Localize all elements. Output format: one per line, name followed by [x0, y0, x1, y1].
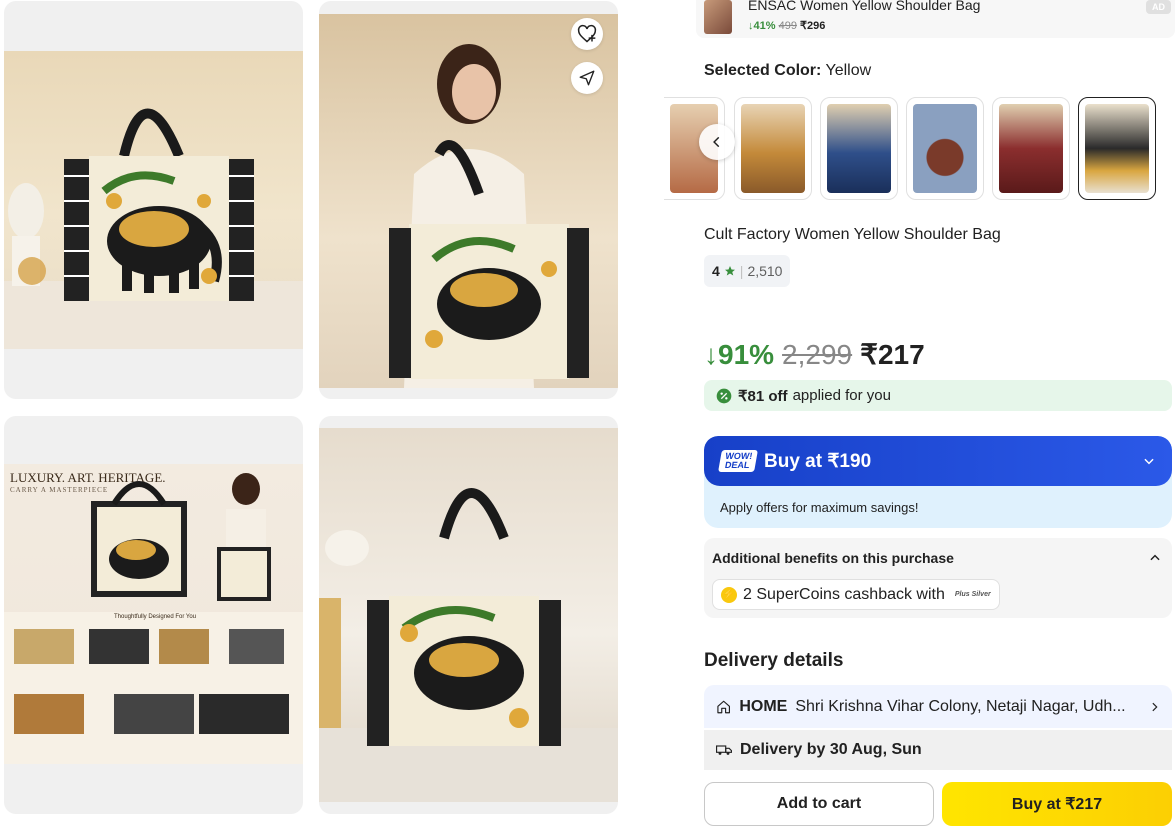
- supercoins-text: 2 SuperCoins cashback with: [743, 585, 945, 603]
- gallery-image-2[interactable]: [319, 1, 618, 399]
- ad-product-thumbnail: [704, 0, 732, 34]
- selected-color-label: Selected Color:: [704, 62, 822, 79]
- ad-discount: ↓41%: [748, 20, 776, 32]
- ad-product-price: ↓41% 499 ₹296: [748, 19, 825, 32]
- product-photo-marble: [319, 428, 618, 802]
- supercoins-chip[interactable]: ⚡ 2 SuperCoins cashback with Plus Silver: [712, 579, 1000, 610]
- swatch-image: [827, 104, 891, 193]
- rating-divider: |: [739, 263, 744, 279]
- star-icon: [724, 266, 735, 276]
- gallery-image-1[interactable]: [4, 1, 303, 399]
- buy-now-button[interactable]: Buy at ₹217: [942, 782, 1172, 826]
- wow-deal-card[interactable]: WOW! DEAL Buy at ₹190 Apply offers for m…: [704, 436, 1172, 528]
- rating-count: 2,510: [747, 263, 783, 279]
- color-swatch-red[interactable]: [992, 97, 1070, 200]
- price-block: ↓91% 2,299 ₹217: [704, 338, 925, 371]
- add-to-cart-button[interactable]: Add to cart: [704, 782, 934, 826]
- share-icon[interactable]: [571, 62, 603, 94]
- product-infographic: LUXURY. ART. HERITAGE. CARRY A MASTERPIE…: [4, 464, 303, 764]
- wishlist-icon[interactable]: [571, 18, 603, 50]
- chevron-right-icon: [1151, 702, 1158, 711]
- ad-mrp: 499: [778, 20, 797, 32]
- gallery-image-4[interactable]: [319, 416, 618, 814]
- color-swatch-orange[interactable]: [734, 97, 812, 200]
- truck-icon: [716, 745, 732, 755]
- address-text: Shri Krishna Vihar Colony, Netaji Nagar,…: [795, 697, 1126, 715]
- offer-amount: ₹81 off: [738, 387, 788, 405]
- mrp-price: 2,299: [782, 339, 853, 370]
- chevron-left-icon: [713, 136, 720, 148]
- gallery-image-3[interactable]: LUXURY. ART. HERITAGE. CARRY A MASTERPIE…: [4, 416, 303, 814]
- offer-applied-banner: ₹81 off applied for you: [704, 380, 1172, 411]
- additional-benefits: Additional benefits on this purchase ⚡ 2…: [704, 538, 1172, 618]
- swatch-image: [1085, 104, 1149, 193]
- offer-text: applied for you: [792, 387, 891, 404]
- wow-deal-label: Buy at ₹190: [764, 450, 872, 472]
- benefits-heading: Additional benefits on this purchase: [712, 550, 954, 566]
- ad-price: ₹296: [800, 20, 826, 32]
- final-price: ₹217: [860, 339, 925, 370]
- swatch-image: [999, 104, 1063, 193]
- plus-silver-badge: Plus Silver: [954, 591, 991, 598]
- color-swatch-yellow[interactable]: [1078, 97, 1156, 200]
- supercoin-icon: ⚡: [721, 586, 737, 603]
- infographic-section: Thoughtfully Designed For You: [114, 614, 197, 620]
- swatch-carousel-prev-button[interactable]: [699, 124, 735, 160]
- delivery-heading: Delivery details: [704, 650, 844, 671]
- swatch-image: [741, 104, 805, 193]
- ad-badge: AD: [1146, 0, 1171, 14]
- home-icon: [717, 700, 731, 713]
- delivery-eta: Delivery by 30 Aug, Sun: [740, 741, 922, 758]
- sponsored-product-bar[interactable]: ENSAC Women Yellow Shoulder Bag ↓41% 499…: [696, 0, 1175, 38]
- chevron-down-icon: [1144, 458, 1154, 465]
- address-type: HOME: [739, 697, 788, 715]
- chevron-up-icon[interactable]: [1148, 551, 1162, 565]
- selected-color-value: Yellow: [825, 62, 872, 79]
- product-photo-table: [4, 51, 303, 349]
- product-title: Cult Factory Women Yellow Shoulder Bag: [704, 226, 1001, 243]
- delivery-address-row[interactable]: HOME Shri Krishna Vihar Colony, Netaji N…: [704, 685, 1172, 728]
- wow-deal-subtext: Apply offers for maximum savings!: [720, 500, 919, 515]
- selected-color: Selected Color: Yellow: [704, 62, 871, 80]
- ad-product-title: ENSAC Women Yellow Shoulder Bag: [748, 0, 981, 13]
- wow-deal-header[interactable]: WOW! DEAL Buy at ₹190: [704, 436, 1172, 486]
- swatch-image: [913, 104, 977, 193]
- discount-badge-icon: [716, 388, 732, 403]
- color-swatch-blue[interactable]: [820, 97, 898, 200]
- delivery-eta-row: Delivery by 30 Aug, Sun: [704, 730, 1172, 770]
- rating-badge[interactable]: 4 | 2,510: [704, 255, 791, 287]
- rating-value: 4: [712, 263, 720, 279]
- color-swatch-grey[interactable]: [906, 97, 984, 200]
- discount-percent: ↓91%: [704, 339, 775, 370]
- wow-deal-logo: WOW! DEAL: [718, 450, 758, 472]
